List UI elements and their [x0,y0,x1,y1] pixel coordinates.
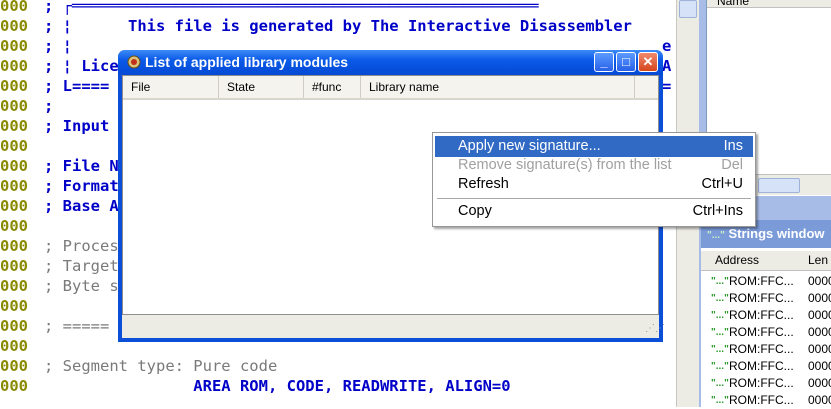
disasm-address: 000 [0,37,28,55]
disasm-text-fragment: A [662,57,672,75]
strings-list-header: Address Len [701,251,831,271]
disasm-address: 000 [0,137,28,155]
column-header-state[interactable]: State [219,76,304,98]
menu-item-refresh[interactable]: Refresh Ctrl+U [435,174,753,195]
strings-row[interactable]: "..."ROM:FFC... 0000 [701,307,831,324]
string-length: 0000 [808,393,831,407]
strings-icon: "..." [707,230,725,241]
string-literal-icon: "..." [711,395,729,406]
disasm-address: 000 [0,97,28,115]
strings-row[interactable]: "..."ROM:FFC... 0000 [701,273,831,290]
scrollbar-thumb[interactable] [758,178,800,193]
disasm-address: 000 [0,217,28,235]
disasm-text: ; Byte s [44,277,119,295]
strings-row[interactable]: "..."ROM:FFC... 0000 [701,375,831,392]
names-column-header[interactable]: Name [707,0,831,8]
minimize-button[interactable]: _ [594,52,614,72]
column-header-address[interactable]: Address [715,251,759,270]
disasm-text: ; Segment type: Pure code [44,357,278,375]
disasm-text: ; L==== [44,77,110,95]
strings-row[interactable]: "..."ROM:FFC... 0000 [701,324,831,341]
string-literal-icon: "..." [711,378,729,389]
string-length: 0000 [808,376,831,390]
disasm-text: ; ===== [44,317,110,335]
string-address: ROM:FFC... [729,342,794,356]
strings-row[interactable]: "..."ROM:FFC... 0000 [701,392,831,409]
disasm-address: 000 [0,57,28,75]
disasm-text: ; ¦ Lice [44,57,119,75]
string-literal-icon: "..." [711,327,729,338]
disasm-text: ; Proces [44,237,119,255]
disasm-text: ; ┌═════════════════════════════════════… [44,0,539,15]
disasm-address: 000 [0,237,28,255]
column-header-file[interactable]: File [123,76,219,98]
disasm-address: 000 [0,297,28,315]
string-length: 0000 [808,291,831,305]
context-menu: Apply new signature... Ins Remove signat… [432,132,756,227]
disasm-address: 000 [0,317,28,335]
string-address: ROM:FFC... [729,308,794,322]
string-address: ROM:FFC... [729,393,794,407]
resize-grip-icon[interactable]: ⋰⋰ [645,324,665,336]
string-literal-icon: "..." [711,344,729,355]
strings-row[interactable]: "..."ROM:FFC... 0000 [701,341,831,358]
disasm-text: ; [44,97,54,115]
string-literal-icon: "..." [711,310,729,321]
disasm-text: ; Format [44,177,119,195]
strings-window[interactable]: "..." Strings window Address Len "..." RO… [701,220,831,407]
disasm-address: 000 [0,0,28,15]
string-length: 0000 [808,308,831,322]
string-length: 0000 [808,325,831,339]
string-address: ROM:FFC... [729,325,794,339]
string-address: ROM:FFC... [729,291,794,305]
string-literal-icon: "..." [711,293,729,304]
string-address: ROM:FFC... [729,274,794,288]
close-button[interactable]: ✕ [638,52,658,72]
disasm-text: ; Target [44,257,119,275]
scrollbar-thumb[interactable] [679,0,697,18]
string-length: 0000 [808,359,831,373]
disasm-text: AREA ROM, CODE, READWRITE, ALIGN=0 [44,377,511,395]
disasm-address: 000 [0,377,28,395]
column-header-library-name[interactable]: Library name [361,76,635,98]
column-header-length[interactable]: Len [808,251,828,270]
disasm-address: 000 [0,337,28,355]
disasm-address: 000 [0,177,28,195]
disasm-text-fragment: e [662,37,672,55]
menu-separator [437,198,751,199]
disasm-text: ; Base A [44,197,119,215]
dialog-title: List of applied library modules [145,54,349,70]
disasm-text: ; ¦ [44,37,72,55]
strings-row[interactable]: "..."ROM:FFC... 0000 [701,358,831,375]
disasm-address: 000 [0,117,28,135]
menu-item-remove-signatures[interactable]: Remove signature(s) from the list Del [435,155,753,176]
string-length: 0000 [808,342,831,356]
maximize-button[interactable]: □ [616,52,636,72]
disasm-address: 000 [0,77,28,95]
strings-row[interactable]: "..."ROM:FFC... 0000 [701,290,831,307]
disasm-address: 000 [0,197,28,215]
disasm-text: ; Input [44,117,110,135]
disasm-text: ; File N [44,157,119,175]
disasm-text-fragment: = [662,77,672,95]
disasm-address: 000 [0,277,28,295]
string-literal-icon: "..." [711,276,729,287]
dialog-titlebar[interactable]: List of applied library modules _ □ ✕ [118,50,663,75]
strings-window-title-text: Strings window [728,226,825,241]
menu-item-apply-new-signature[interactable]: Apply new signature... Ins [435,136,753,157]
string-literal-icon: "..." [711,361,729,372]
column-header-func[interactable]: #func [304,76,361,98]
string-address: ROM:FFC... [729,376,794,390]
disasm-address: 000 [0,17,28,35]
menu-item-copy[interactable]: Copy Ctrl+Ins [435,201,753,222]
list-header: File State #func Library name [123,76,658,100]
ida-app-icon [127,55,141,69]
disasm-address: 000 [0,157,28,175]
disasm-address: 000 [0,257,28,275]
dialog-status-bar: ⋰⋰ [122,315,665,338]
string-address: ROM:FFC... [729,359,794,373]
disasm-address: 000 [0,357,28,375]
disasm-text: ; ¦ This file is generated by The Intera… [44,17,632,35]
string-length: 0000 [808,274,831,288]
